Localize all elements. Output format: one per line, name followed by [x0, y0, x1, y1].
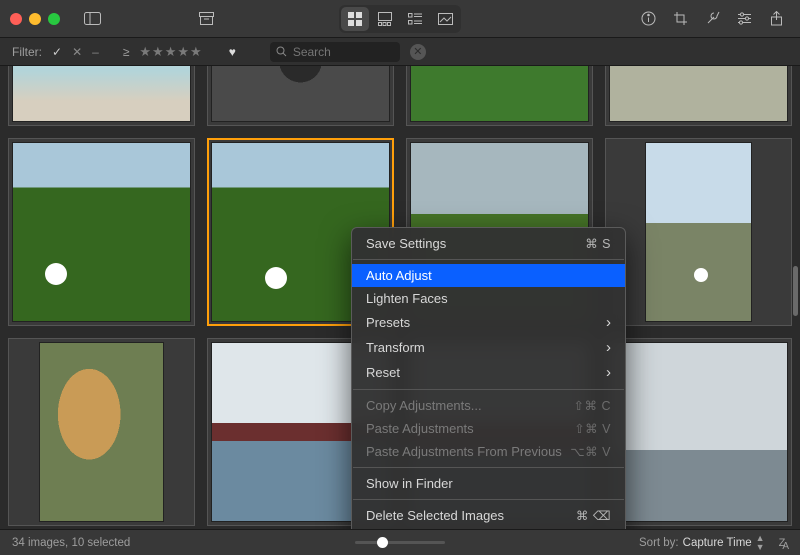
vertical-scrollbar[interactable] [793, 266, 798, 316]
title-toolbar [0, 0, 800, 38]
menu-item-label: Save Settings [366, 236, 446, 251]
search-field[interactable] [270, 42, 400, 62]
pick-dash-icon[interactable]: – [92, 45, 99, 59]
menu-delete-selected[interactable]: Delete Selected Images ⌘ ⌫ [352, 504, 625, 527]
submenu-arrow-icon [598, 364, 611, 381]
menu-separator [353, 467, 624, 468]
menu-item-label: Transform [366, 340, 425, 355]
grid-view-button[interactable] [341, 7, 369, 31]
info-icon[interactable] [634, 7, 662, 31]
clear-filter-button[interactable]: ✕ [410, 44, 426, 60]
tools-icon[interactable] [698, 7, 726, 31]
menu-item-shortcut: ⌘ ⌫ [576, 508, 611, 523]
rating-geq-label[interactable]: ≥ [123, 45, 130, 59]
crop-icon[interactable] [666, 7, 694, 31]
thumbnail[interactable] [605, 138, 792, 326]
pick-check-icon[interactable]: ✓ [52, 45, 62, 59]
list-view-button[interactable] [401, 7, 429, 31]
adjustments-icon[interactable] [730, 7, 758, 31]
menu-item-shortcut: ⇧⌘ C [574, 398, 611, 413]
menu-item-label: Copy Adjustments... [366, 398, 482, 413]
slider-knob[interactable] [377, 537, 388, 548]
thumbnail[interactable] [605, 66, 792, 126]
menu-auto-adjust[interactable]: Auto Adjust [352, 264, 625, 287]
menu-item-shortcut: ⌥⌘ V [570, 444, 611, 459]
filter-label: Filter: [12, 45, 42, 59]
menu-paste-adjustments: Paste Adjustments ⇧⌘ V [352, 417, 625, 440]
sort-direction-icon[interactable]: ZA [779, 537, 788, 549]
sort-value: Capture Time [683, 537, 752, 549]
menu-item-label: Auto Adjust [366, 268, 432, 283]
menu-transform[interactable]: Transform [352, 335, 625, 360]
search-icon [276, 46, 287, 57]
menu-separator [353, 389, 624, 390]
window-controls [10, 13, 60, 25]
menu-paste-from-previous: Paste Adjustments From Previous ⌥⌘ V [352, 440, 625, 463]
thumbnail[interactable] [605, 338, 792, 526]
menu-separator [353, 499, 624, 500]
menu-item-label: Presets [366, 315, 410, 330]
archive-box-icon[interactable] [192, 7, 220, 31]
sort-updown-icon: ▲▼ [756, 534, 765, 552]
menu-item-label: Paste Adjustments From Previous [366, 444, 562, 459]
submenu-arrow-icon [598, 314, 611, 331]
menu-item-label: Show in Finder [366, 476, 453, 491]
menu-save-settings[interactable]: Save Settings ⌘ S [352, 232, 625, 255]
view-mode-segment [339, 5, 461, 33]
menu-item-label: Reset [366, 365, 400, 380]
right-toolbar-group [634, 7, 790, 31]
menu-copy-adjustments: Copy Adjustments... ⇧⌘ C [352, 394, 625, 417]
submenu-arrow-icon [598, 339, 611, 356]
minimize-window-button[interactable] [29, 13, 41, 25]
pick-reject-icon[interactable]: ✕ [72, 45, 82, 59]
menu-separator [353, 259, 624, 260]
thumbnail[interactable] [207, 66, 394, 126]
close-window-button[interactable] [10, 13, 22, 25]
menu-reset[interactable]: Reset [352, 360, 625, 385]
rating-stars[interactable]: ★★★★★ [139, 44, 202, 60]
menu-item-label: Delete Selected Images [366, 508, 504, 523]
sidebar-toggle-icon[interactable] [78, 7, 106, 31]
menu-item-shortcut: ⇧⌘ V [574, 421, 611, 436]
menu-item-label: Paste Adjustments [366, 421, 474, 436]
thumbnail[interactable] [8, 66, 195, 126]
split-view-button[interactable] [371, 7, 399, 31]
thumbnail[interactable] [406, 66, 593, 126]
status-bar: 34 images, 10 selected Sort by: Capture … [0, 529, 800, 555]
menu-show-in-finder[interactable]: Show in Finder [352, 472, 625, 495]
context-menu: Save Settings ⌘ S Auto Adjust Lighten Fa… [351, 227, 626, 555]
search-input[interactable] [291, 44, 381, 60]
menu-item-shortcut: ⌘ S [585, 236, 611, 251]
filter-bar: Filter: ✓ ✕ – ≥ ★★★★★ ♥ ✕ [0, 38, 800, 66]
sort-by-control[interactable]: Sort by: Capture Time ▲▼ ZA [639, 534, 788, 552]
thumbnail[interactable] [8, 338, 195, 526]
thumbnail-size-slider[interactable] [355, 541, 445, 544]
maximize-window-button[interactable] [48, 13, 60, 25]
favorite-heart-icon[interactable]: ♥ [229, 45, 236, 59]
menu-item-label: Lighten Faces [366, 291, 448, 306]
thumbnail[interactable] [8, 138, 195, 326]
single-view-button[interactable] [431, 7, 459, 31]
share-icon[interactable] [762, 7, 790, 31]
menu-lighten-faces[interactable]: Lighten Faces [352, 287, 625, 310]
menu-presets[interactable]: Presets [352, 310, 625, 335]
image-count-status: 34 images, 10 selected [12, 537, 130, 549]
sort-label: Sort by: [639, 537, 679, 549]
